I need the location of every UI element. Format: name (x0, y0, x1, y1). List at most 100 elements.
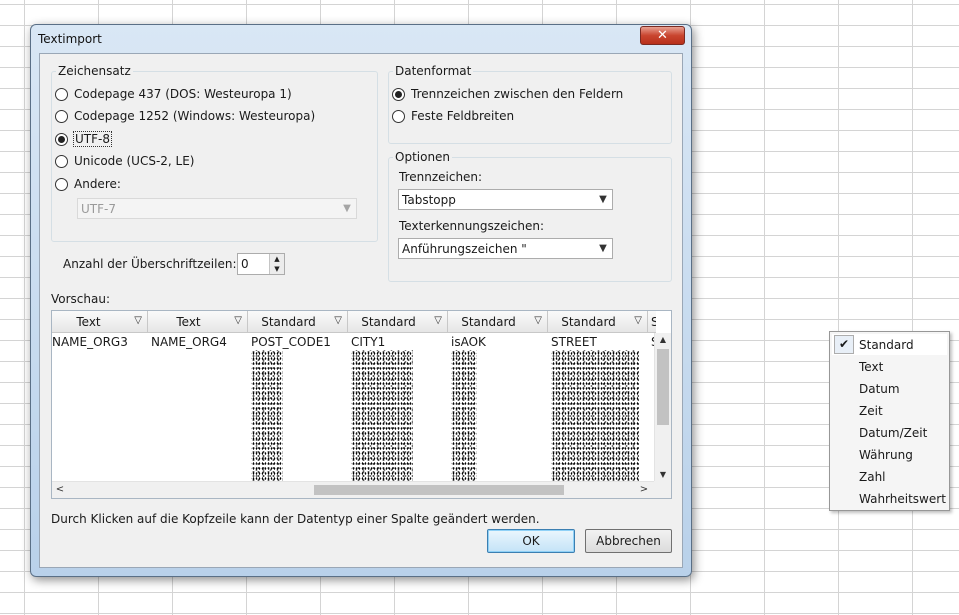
radio-indicator[interactable] (55, 87, 68, 101)
column-type-label: Standard (361, 315, 416, 329)
radio-label: Andere: (74, 177, 121, 191)
hint-text: Durch Klicken auf die Kopfzeile kann der… (51, 512, 540, 526)
zeichensatz-group: Zeichensatz Codepage 437 (DOS: Westeurop… (51, 64, 378, 242)
menu-item-wahrheitswert[interactable]: Wahrheitswert (832, 488, 947, 509)
scrollbar-corner (654, 481, 671, 498)
chevron-down-icon: ▼ (343, 203, 351, 214)
radio-label: Feste Feldbreiten (411, 109, 515, 123)
scroll-right-icon[interactable]: > (636, 482, 652, 498)
menu-item-waehrung[interactable]: Währung (832, 444, 947, 465)
radio-indicator[interactable] (392, 109, 405, 123)
menu-item-label: Zahl (859, 470, 886, 484)
trennzeichen-select[interactable]: Tabstopp ▼ (398, 189, 613, 210)
preview-grid[interactable]: Text ▽ Text ▽ Standard ▽ Standard ▽ Stan… (51, 310, 672, 499)
scrollbar-thumb[interactable] (314, 485, 564, 495)
radio-codepage-437[interactable]: Codepage 437 (DOS: Westeuropa 1) (55, 86, 292, 102)
radio-indicator[interactable] (392, 87, 405, 101)
radio-unicode[interactable]: Unicode (UCS-2, LE) (55, 153, 194, 169)
ok-button[interactable]: OK (487, 529, 575, 553)
column-header[interactable]: Text ▽ (52, 311, 148, 333)
menu-item-standard[interactable]: ✔ Standard (832, 334, 947, 355)
radio-feste-feldbreiten[interactable]: Feste Feldbreiten (392, 108, 514, 124)
radio-trennzeichen[interactable]: Trennzeichen zwischen den Feldern (392, 86, 623, 102)
preview-column: STREET (551, 333, 651, 482)
radio-indicator[interactable] (55, 154, 68, 168)
header-rows-spinner[interactable]: 0 ▲ ▼ (237, 253, 285, 275)
preview-cell: isAOK (451, 335, 486, 349)
texterkennung-select-value: Anführungszeichen " (402, 241, 527, 256)
cancel-button[interactable]: Abbrechen (585, 529, 672, 553)
dialog-client-area: Zeichensatz Codepage 437 (DOS: Westeurop… (39, 53, 683, 568)
column-header[interactable]: Standard ▽ (448, 311, 548, 333)
menu-item-zeit[interactable]: Zeit (832, 400, 947, 421)
preview-column-headers: Text ▽ Text ▽ Standard ▽ Standard ▽ Stan… (52, 311, 656, 333)
preview-column: CITY1 (351, 333, 451, 482)
spinner-buttons[interactable]: ▲ ▼ (269, 254, 284, 274)
column-type-label: Text (76, 315, 101, 329)
preview-cell: NAME_ORG4 (151, 335, 227, 349)
zeichensatz-legend: Zeichensatz (58, 64, 131, 78)
chevron-down-icon[interactable]: ▽ (334, 315, 342, 326)
preview-cell: POST_CODE1 (251, 335, 331, 349)
menu-item-label: Datum (859, 382, 900, 396)
scroll-down-icon[interactable]: ▼ (655, 468, 671, 482)
scroll-up-icon[interactable]: ▲ (655, 333, 671, 347)
column-header[interactable]: S (648, 311, 656, 333)
preview-label: Vorschau: (51, 292, 111, 306)
radio-codepage-1252[interactable]: Codepage 1252 (Windows: Westeuropa) (55, 108, 315, 124)
column-header[interactable]: Text ▽ (148, 311, 248, 333)
preview-cell: NAME_ORG3 (52, 335, 128, 349)
column-type-label: Standard (561, 315, 616, 329)
preview-cells: NAME_ORG3 NAME_ORG4 POST_CODE1 CITY1 isA… (52, 333, 656, 482)
horizontal-scrollbar[interactable]: < > (52, 481, 656, 498)
menu-item-label: Währung (859, 448, 913, 462)
texterkennung-select[interactable]: Anführungszeichen " ▼ (398, 238, 613, 259)
dialog-title: Textimport (38, 32, 102, 46)
preview-column: isAOK (451, 333, 551, 482)
chevron-down-icon[interactable]: ▽ (634, 315, 642, 326)
header-rows-label: Anzahl der Überschriftzeilen: (63, 257, 237, 271)
column-header[interactable]: Standard ▽ (348, 311, 448, 333)
chevron-down-icon[interactable]: ▽ (234, 315, 242, 326)
radio-utf8[interactable]: UTF-8 (55, 131, 112, 147)
chevron-down-icon[interactable]: ▽ (434, 315, 442, 326)
close-button[interactable]: ✕ (640, 26, 685, 45)
trennzeichen-label: Trennzeichen: (399, 170, 483, 184)
radio-andere[interactable]: Andere: (55, 176, 121, 192)
scroll-left-icon[interactable]: < (52, 482, 68, 498)
optionen-group: Optionen Trennzeichen: Tabstopp ▼ Texter… (388, 150, 672, 282)
column-header[interactable]: Standard ▽ (548, 311, 648, 333)
chevron-down-icon[interactable]: ▽ (534, 315, 542, 326)
radio-indicator[interactable] (55, 177, 68, 191)
radio-label: Codepage 1252 (Windows: Westeuropa) (74, 109, 316, 123)
radio-indicator[interactable] (55, 132, 68, 146)
spinner-up-icon[interactable]: ▲ (270, 254, 284, 264)
andere-select[interactable]: UTF-7 ▼ (77, 198, 357, 219)
title-bar[interactable]: Textimport ✕ (31, 25, 691, 53)
menu-item-datum-zeit[interactable]: Datum/Zeit (832, 422, 947, 443)
vertical-scrollbar[interactable]: ▲ ▼ (654, 333, 671, 482)
preview-cell: STREET (551, 335, 597, 349)
radio-label: Unicode (UCS-2, LE) (74, 154, 195, 168)
column-type-label: S (651, 315, 656, 329)
column-type-menu: ✔ Standard Text Datum Zeit Datum/Zeit Wä… (829, 331, 950, 511)
column-type-label: Standard (261, 315, 316, 329)
radio-label: Trennzeichen zwischen den Feldern (411, 87, 624, 101)
close-icon: ✕ (657, 28, 668, 43)
menu-item-datum[interactable]: Datum (832, 378, 947, 399)
scrollbar-thumb[interactable] (657, 349, 669, 425)
chevron-down-icon[interactable]: ▽ (134, 315, 142, 326)
menu-item-zahl[interactable]: Zahl (832, 466, 947, 487)
optionen-legend: Optionen (395, 150, 451, 164)
menu-item-label: Standard (859, 338, 914, 352)
trennzeichen-select-value: Tabstopp (402, 192, 456, 207)
menu-item-text[interactable]: Text (832, 356, 947, 377)
menu-item-label: Datum/Zeit (859, 426, 928, 440)
header-rows-value[interactable]: 0 (241, 257, 249, 271)
column-header[interactable]: Standard ▽ (248, 311, 348, 333)
preview-column: NAME_ORG4 (151, 333, 251, 482)
preview-column: NAME_ORG3 (52, 333, 152, 482)
spinner-down-icon[interactable]: ▼ (270, 264, 284, 274)
redacted-data-image (551, 350, 639, 482)
radio-indicator[interactable] (55, 109, 68, 123)
